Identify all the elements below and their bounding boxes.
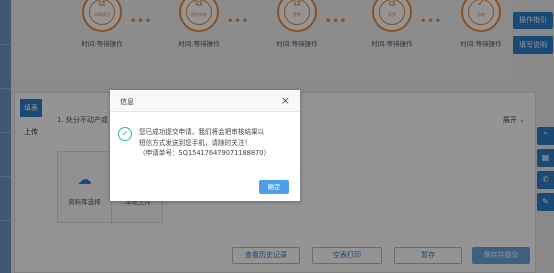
dialog-title: 信息 [120, 98, 134, 106]
dialog-header: 信息 × [110, 90, 300, 112]
message-line: 您已成功提交申请，我们将会把审核结果以 [139, 128, 265, 136]
ok-button[interactable]: 确定 [259, 180, 289, 194]
info-dialog: 信息 × ✓ 您已成功提交申请，我们将会把审核结果以 短信方式发送到您手机，请随… [110, 90, 300, 201]
dialog-message: 您已成功提交申请，我们将会把审核结果以 短信方式发送到您手机，请随时关注！ （申… [139, 127, 294, 159]
message-line: （申请单号：SQ154176479071188870） [139, 149, 271, 157]
close-icon[interactable]: × [281, 94, 290, 107]
success-check-icon: ✓ [118, 127, 132, 141]
message-line: 短信方式发送到您手机，请随时关注！ [139, 138, 252, 147]
